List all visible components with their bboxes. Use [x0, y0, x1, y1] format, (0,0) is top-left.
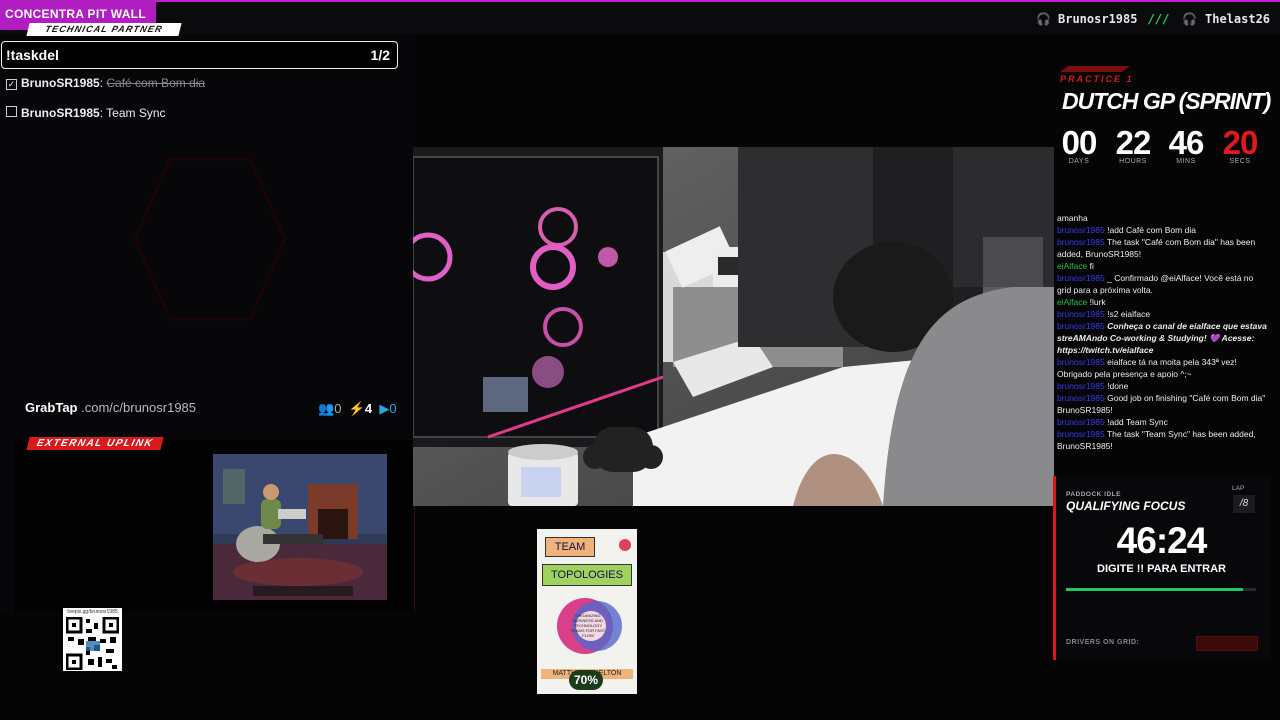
qr-pattern: [66, 617, 119, 670]
chat-message: brunosr1985 !s2 eialface: [1057, 308, 1267, 320]
chat-message: brunosr1985 !done: [1057, 380, 1267, 392]
focus-progress-fill: [1066, 588, 1243, 591]
play-count: 0: [389, 401, 397, 416]
chat-username: brunosr1985: [1057, 321, 1105, 331]
chat-message: amanha: [1057, 212, 1267, 224]
uplink-video: [213, 454, 387, 600]
bolt-count: 4: [364, 401, 373, 416]
chat-text: fi: [1089, 261, 1094, 271]
countdown-secs-label: SECS: [1229, 158, 1251, 165]
lap-value: /8: [1233, 495, 1255, 513]
task-text: Team Sync: [106, 106, 166, 120]
webcam-video: [413, 147, 1054, 506]
chat-username: brunosr1985: [1057, 429, 1105, 439]
host1-name: Brunosr1985: [1058, 12, 1138, 26]
grabtap-url: .com/c/brunosr1985: [81, 400, 197, 415]
external-uplink-label: EXTERNAL UPLINK: [26, 437, 164, 450]
checkbox-checked: ✓: [6, 79, 17, 90]
chat-username: eiAlface: [1057, 297, 1088, 307]
focus-timer: 46:24: [1116, 520, 1208, 561]
task-command-box: !taskdel 1/2: [1, 41, 398, 69]
host2-name: Thelast26: [1205, 12, 1271, 26]
race-title: DUTCH GP (SPRINT): [1062, 88, 1271, 114]
people-count: 0: [334, 401, 342, 416]
chat-message: brunosr1985 !add Café com Bom dia: [1057, 224, 1267, 236]
task-command: !taskdel: [6, 47, 59, 63]
chat-message: brunosr1985 The task "Café com Bom dia" …: [1057, 236, 1267, 260]
chat-message: brunosr1985 _ Confirmado @eiAlface! Você…: [1057, 272, 1267, 296]
technical-partner-label: TECHNICAL PARTNER: [26, 23, 182, 36]
task-user: BrunoSR1985: [21, 76, 100, 90]
book-progress: 70%: [569, 670, 603, 690]
chat-message: brunosr1985 Conheça o canal de eialface …: [1057, 320, 1267, 356]
chat-text: !add Team Sync: [1107, 417, 1168, 427]
chat-message: brunosr1985 !add Team Sync: [1057, 416, 1267, 428]
countdown-hours-label: HOURS: [1119, 158, 1147, 165]
chat-username: brunosr1985: [1057, 225, 1105, 235]
task-count: 1/2: [370, 47, 390, 63]
countdown-secs: 20: [1222, 124, 1259, 161]
chat-username: eiAlface: [1057, 261, 1088, 271]
task-text: Café com Bom dia: [106, 76, 206, 90]
drivers-badge: [1196, 636, 1258, 651]
chat-message: eiAlface !lurk: [1057, 296, 1267, 308]
chat-username: brunosr1985: [1057, 417, 1105, 427]
task-item: BrunoSR1985: Team Sync: [6, 106, 166, 120]
session-label: PRACTICE 1: [1060, 74, 1134, 84]
chat-text: amanha: [1057, 213, 1088, 223]
headphones-icon: 🎧: [1182, 12, 1197, 26]
chat-message: eiAlface fi: [1057, 260, 1267, 272]
chat-username: brunosr1985: [1057, 237, 1105, 247]
lap-label: LAP: [1232, 485, 1245, 492]
chat-text: !done: [1107, 381, 1129, 391]
countdown-mins: 46: [1168, 124, 1205, 161]
checkbox-unchecked: [6, 106, 17, 117]
chat-text: !s2 eialface: [1107, 309, 1151, 319]
chat-log: amanha brunosr1985 !add Café com Bom dia b…: [1057, 212, 1267, 452]
host-separator: ///: [1148, 12, 1170, 26]
chat-username: brunosr1985: [1057, 381, 1105, 391]
task-user: BrunoSR1985: [21, 106, 100, 120]
grabtap-link: GrabTap .com/c/brunosr1985: [25, 400, 196, 415]
chat-message: brunosr1985 The task "Team Sync" has bee…: [1057, 428, 1267, 452]
book-decor: [619, 539, 631, 551]
book-subtitle: ORGANIZING BUSINESS AND TECHNOLOGY TEAMS…: [570, 613, 606, 638]
headphones-icon: 🎧: [1036, 12, 1051, 26]
drivers-label: DRIVERS ON GRID:: [1066, 639, 1140, 646]
book-title-1: TEAM: [545, 537, 595, 557]
paddock-status: PADDOCK IDLE: [1066, 491, 1121, 498]
grabtap-logo: GrabTap: [25, 400, 78, 415]
focus-instruction: DIGITE !! PARA ENTRAR: [1097, 563, 1226, 575]
chat-username: brunosr1985: [1057, 393, 1105, 403]
chat-message: brunosr1985 Good job on finishing "Café …: [1057, 392, 1267, 416]
countdown-days-label: DAYS: [1068, 158, 1090, 165]
play-icon: ▶: [379, 401, 390, 416]
task-item: ✓ BrunoSR1985: Café com Bom dia: [6, 76, 206, 90]
chat-username: brunosr1985: [1057, 309, 1105, 319]
practice-stripe: [1060, 66, 1130, 72]
countdown-days: 00: [1061, 124, 1098, 161]
qr-label: livepix.gg/brunosr1985: [67, 609, 118, 615]
chat-text: !add Café com Bom dia: [1107, 225, 1196, 235]
book-cover: TEAM TOPOLOGIES ORGANIZING BUSINESS AND …: [537, 529, 637, 694]
grabtap-stats: 👥0 ⚡4 ▶0: [318, 401, 397, 417]
chat-message: brunosr1985 eialface tá na moita pela 34…: [1057, 356, 1267, 380]
chat-username: brunosr1985: [1057, 357, 1105, 367]
bolt-icon: ⚡: [348, 401, 365, 416]
background-hexagon: [133, 157, 287, 321]
book-title-2: TOPOLOGIES: [542, 564, 632, 586]
chat-username: brunosr1985: [1057, 273, 1105, 283]
qr-code: livepix.gg/brunosr1985: [63, 608, 122, 671]
chat-text: !lurk: [1089, 297, 1106, 307]
focus-progress-bar: [1066, 588, 1256, 591]
focus-title: QUALIFYING FOCUS: [1066, 499, 1186, 513]
countdown-hours: 22: [1115, 124, 1152, 161]
people-icon: 👥: [318, 401, 335, 416]
countdown-mins-label: MINS: [1176, 158, 1196, 165]
